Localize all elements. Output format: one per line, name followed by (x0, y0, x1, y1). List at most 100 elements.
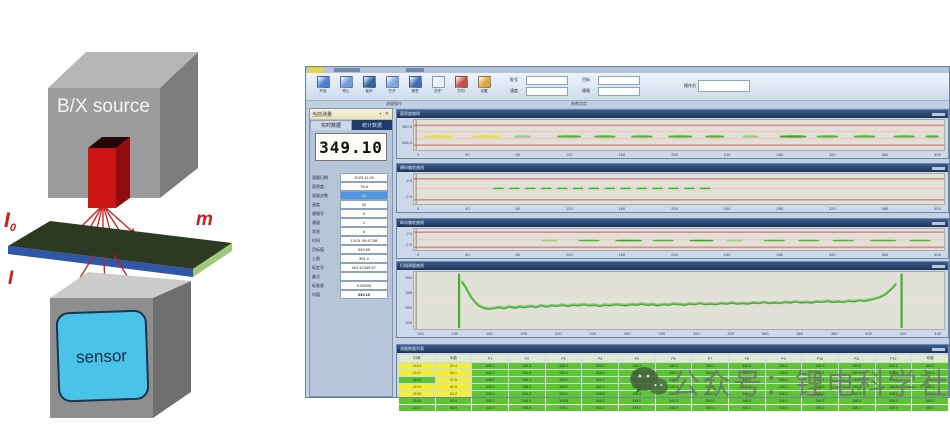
y-tick-label: 355 (405, 291, 412, 295)
chart-panel-density: 面密度曲线 350.5348.0 04080120160200240280320… (396, 109, 949, 159)
grid-cell: 349.2 (766, 363, 802, 369)
label-I: I (8, 268, 14, 289)
stop-icon (340, 76, 353, 88)
parameter-label: 状态 (312, 229, 340, 235)
grid-cell: 349.3 (692, 405, 728, 411)
cross-dev-plot-area (413, 173, 945, 205)
long-dev-y-axis: 2.0-2.0 (398, 228, 413, 251)
chart-title-density: 面密度曲线 (400, 111, 420, 117)
grid-column-header: P1 (472, 355, 508, 362)
chart-panel-cross-dev-header: 横向偏差曲线 (397, 164, 948, 172)
y-tick-label: 345 (405, 321, 412, 325)
grid-cell: 349.3 (802, 363, 838, 369)
grid-cell: 13:07 (399, 405, 435, 411)
x-tick-label: 160 (619, 206, 626, 212)
parameter-value: 4 (340, 209, 388, 218)
grid-cell: 348.8 (729, 363, 765, 369)
toolbar-group-label-1: 测量操作 (386, 101, 402, 107)
toolbar-button-label: 保存 (365, 88, 372, 93)
parameter-row: 速度20 (310, 200, 392, 209)
current-value: 349.10 (319, 138, 383, 157)
grid-cell: 13:01 (399, 363, 435, 369)
grid-cell: 348.8 (509, 405, 545, 411)
toolbar-button-clock-icon[interactable]: 历史 (427, 74, 449, 102)
grid-cell: 349.1 (692, 377, 728, 383)
field-input[interactable] (526, 87, 568, 96)
measurement-panel-titlebar: 当前测量 ▪ ✕ (310, 109, 392, 120)
parameter-label: 目标值 (312, 247, 340, 253)
field-input[interactable] (598, 87, 640, 96)
y-tick-label: 2.0 (406, 232, 412, 236)
x-tick-label: 220 (555, 331, 562, 337)
grid-cell: 349.4 (656, 363, 692, 369)
parameter-row: 时间13:01 09:47:58 (310, 236, 392, 245)
toolbar-group-label-2: 参数设定 (571, 101, 587, 107)
x-tick-label: 360 (796, 331, 803, 337)
x-tick-label: 80 (516, 206, 520, 212)
grid-column-header: P4 (582, 355, 618, 362)
panel-minimize-icon[interactable] (937, 167, 945, 170)
y-tick-label: -2.0 (405, 195, 412, 199)
parameter-label: 规格号 (312, 211, 340, 217)
panel-minimize-icon[interactable] (937, 222, 945, 225)
toolbar-button-label: 停止 (342, 88, 349, 93)
clock-icon (432, 76, 445, 88)
toolbar-button-start-icon[interactable]: 开始 (312, 74, 334, 102)
operator-input[interactable] (698, 80, 750, 92)
panel-minimize-icon[interactable] (937, 113, 945, 116)
toolbar-button-save-icon[interactable]: 保存 (358, 74, 380, 102)
field-input[interactable] (526, 76, 568, 85)
measurement-panel-title: 当前测量 (312, 111, 332, 118)
panel-close-icon[interactable]: ▪ ✕ (380, 111, 390, 117)
grid-cell: 349.2 (802, 405, 838, 411)
grid-cell: 13:02 (399, 370, 435, 376)
table-row[interactable]: 13:0768.6349.2348.8349.1349.2349.0348.93… (399, 405, 948, 411)
toolbar-group-strip: 测量操作 参数设定 (306, 101, 949, 109)
table-row[interactable]: 13:0460.5349.3348.9349.2349.1348.8349.03… (399, 384, 948, 390)
table-row[interactable]: 13:0563.2349.0349.2349.1348.8349.3349.13… (399, 391, 948, 397)
field-input[interactable] (598, 76, 640, 85)
parameter-value: 6 (340, 227, 388, 236)
window-title-mark2 (406, 68, 424, 72)
parameter-label: 备注 (312, 274, 340, 280)
data-grid-header: 测量数据列表 (397, 345, 948, 353)
toolbar-button-open-icon[interactable]: 打开 (381, 74, 403, 102)
x-tick-label: 240 (724, 206, 731, 212)
table-row[interactable]: 13:0357.8348.9349.1349.0349.3349.2348.83… (399, 377, 948, 383)
grid-cell: 349.0 (692, 398, 728, 404)
tab-statistics-data[interactable]: 统计数据 (352, 120, 392, 130)
grid-cell: 349.1 (582, 384, 618, 390)
tab-realtime-data[interactable]: 实时数据 (310, 120, 352, 130)
panel-minimize-icon[interactable] (937, 265, 945, 268)
grid-cell: 60.5 (436, 384, 472, 390)
grid-cell: 348.9 (582, 370, 618, 376)
parameter-row: 测量日期2023.11.29 (310, 173, 392, 182)
grid-cell: 349.0 (472, 391, 508, 397)
toolbar-button-print-icon[interactable]: 打印 (450, 74, 472, 102)
current-value-display: 349.10 (315, 133, 387, 161)
toolbar-button-report-icon[interactable]: 报表 (404, 74, 426, 102)
table-row[interactable]: 13:0255.1349.2349.0349.3348.9349.1349.23… (399, 370, 948, 376)
table-row[interactable]: 13:0665.9349.1349.4348.8349.0349.2349.33… (399, 398, 948, 404)
table-row[interactable]: 13:0152.4349.1349.3348.9349.2349.0349.43… (399, 363, 948, 369)
grid-cell: 349.4 (802, 377, 838, 383)
panel-minimize-icon[interactable] (937, 348, 945, 351)
x-tick-label: 160 (451, 331, 458, 337)
y-tick-label: 348.0 (402, 141, 412, 145)
grid-cell: 349.1 (839, 405, 875, 411)
grid-cell: 349.3 (546, 370, 582, 376)
grid-cell: 349.0 (619, 363, 655, 369)
toolbar-button-stop-icon[interactable]: 停止 (335, 74, 357, 102)
grid-cell: 349.2 (619, 377, 655, 383)
x-tick-label: 280 (776, 206, 783, 212)
grid-column-header: P2 (509, 355, 545, 362)
parameter-label: 上限 (312, 256, 340, 262)
toolbar-button-settings-icon[interactable]: 设置 (473, 74, 495, 102)
grid-cell: 349.2 (582, 405, 618, 411)
open-icon (386, 76, 399, 88)
grid-cell: 349.2 (582, 363, 618, 369)
parameter-value: 0.00500 (340, 281, 388, 290)
y-tick-label: 350.5 (402, 125, 412, 129)
grid-column-header: P5 (619, 355, 655, 362)
measurement-panel: 当前测量 ▪ ✕ 实时数据 统计数据 349.10 测量日期2023.11.29… (309, 108, 393, 397)
